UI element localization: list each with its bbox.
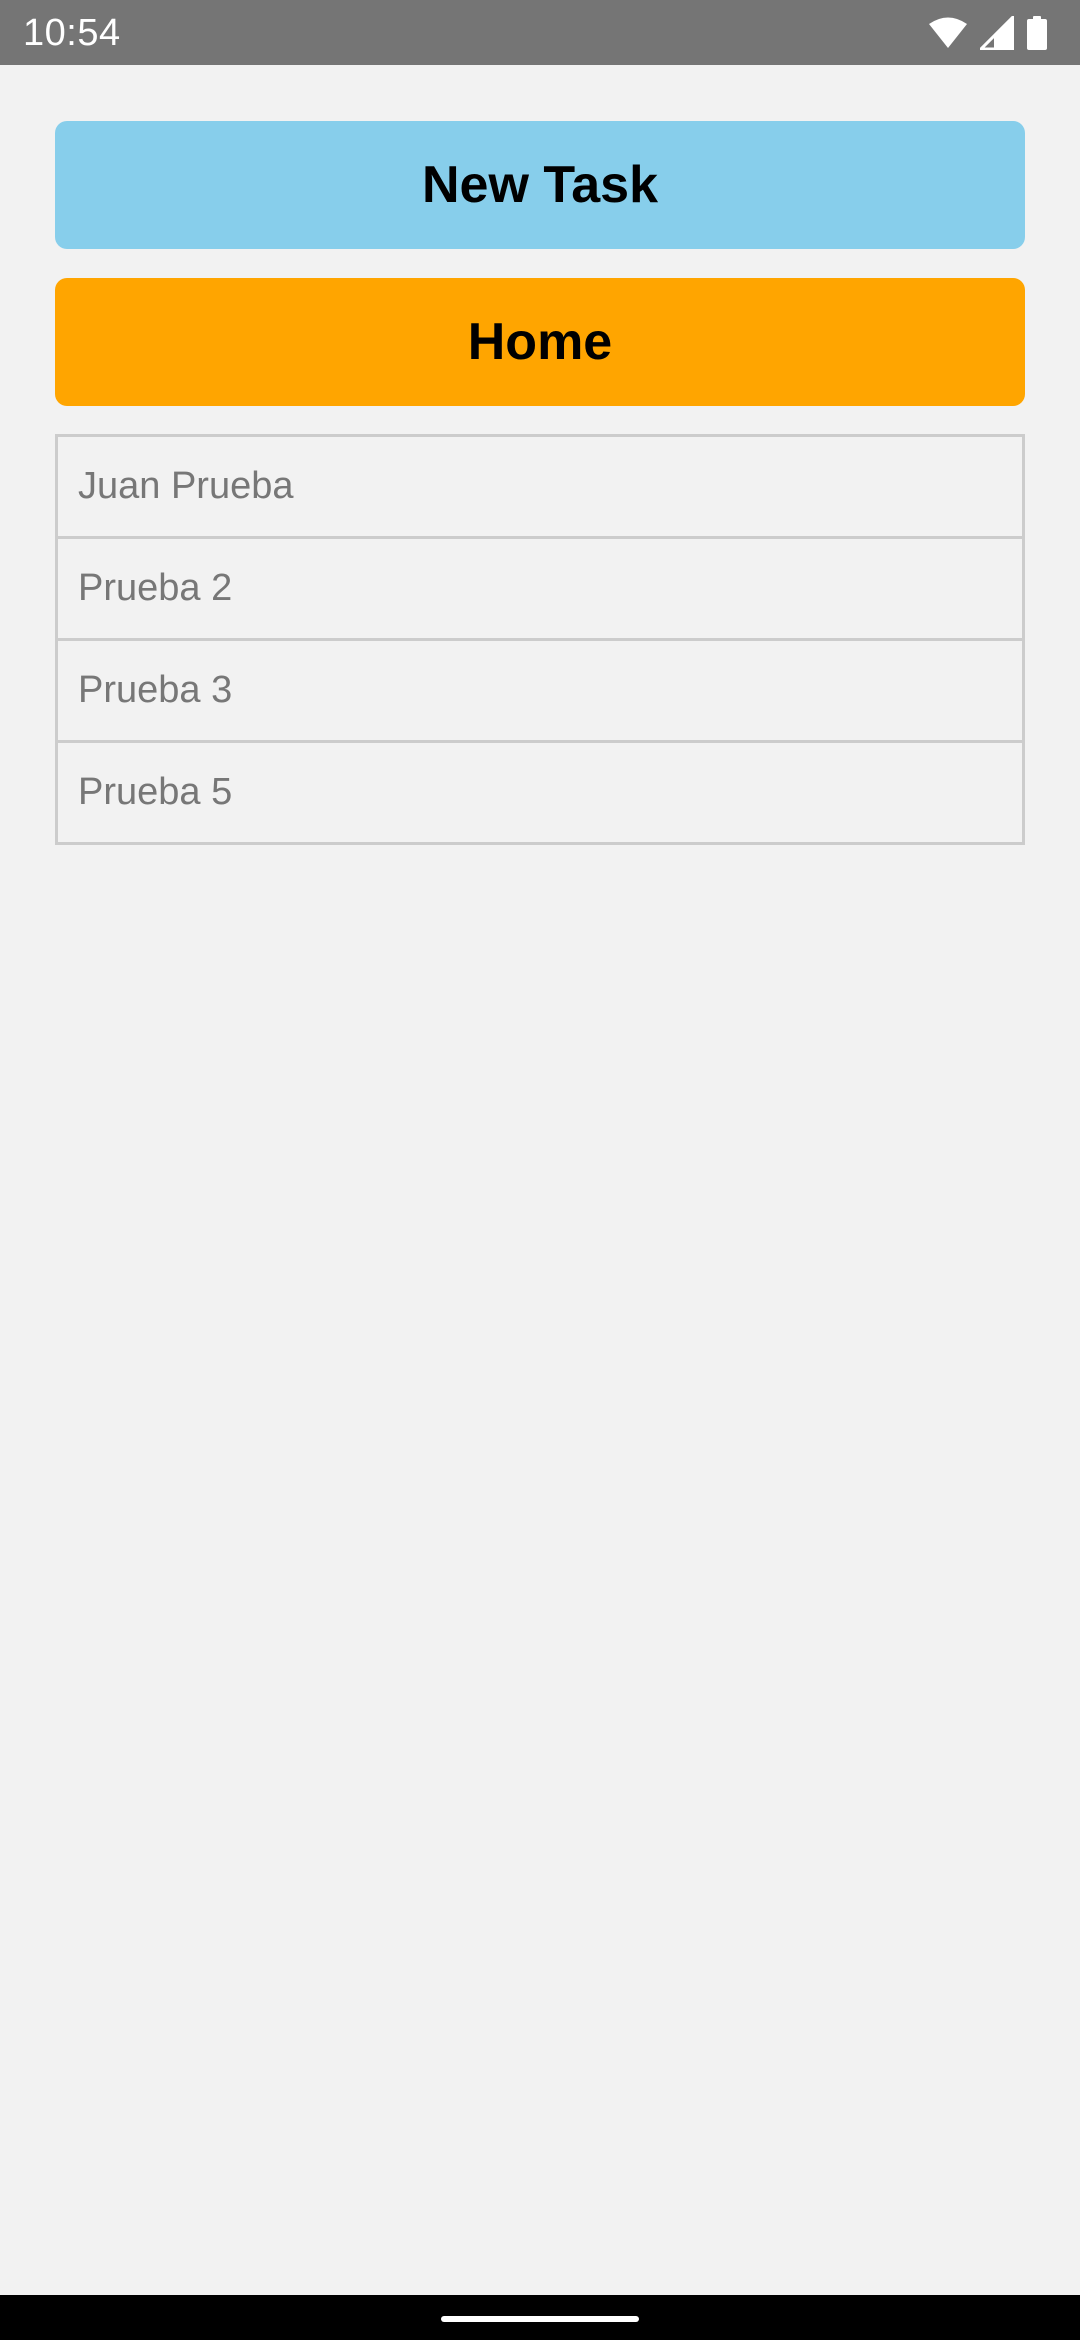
home-button-label: Home <box>467 313 613 371</box>
new-task-button-label: New Task <box>421 156 659 214</box>
status-icons <box>928 16 1048 50</box>
cellular-signal-icon <box>980 16 1014 50</box>
new-task-button[interactable]: New Task <box>55 121 1025 249</box>
navigation-bar <box>0 2295 1080 2340</box>
task-list-item[interactable]: Prueba 5 <box>55 740 1025 845</box>
task-list-item[interactable]: Prueba 3 <box>55 638 1025 743</box>
wifi-icon <box>928 17 968 49</box>
task-list-item[interactable]: Juan Prueba <box>55 434 1025 539</box>
task-list: Juan Prueba Prueba 2 Prueba 3 Prueba 5 <box>55 434 1025 845</box>
task-title: Prueba 5 <box>78 771 233 813</box>
home-button[interactable]: Home <box>55 278 1025 406</box>
task-title: Prueba 3 <box>78 669 233 711</box>
task-title: Prueba 2 <box>78 567 233 609</box>
status-time: 10:54 <box>23 12 121 54</box>
status-bar: 10:54 <box>0 0 1080 65</box>
task-title: Juan Prueba <box>78 465 294 507</box>
task-list-item[interactable]: Prueba 2 <box>55 536 1025 641</box>
battery-icon <box>1026 16 1048 50</box>
home-indicator[interactable] <box>441 2316 639 2322</box>
